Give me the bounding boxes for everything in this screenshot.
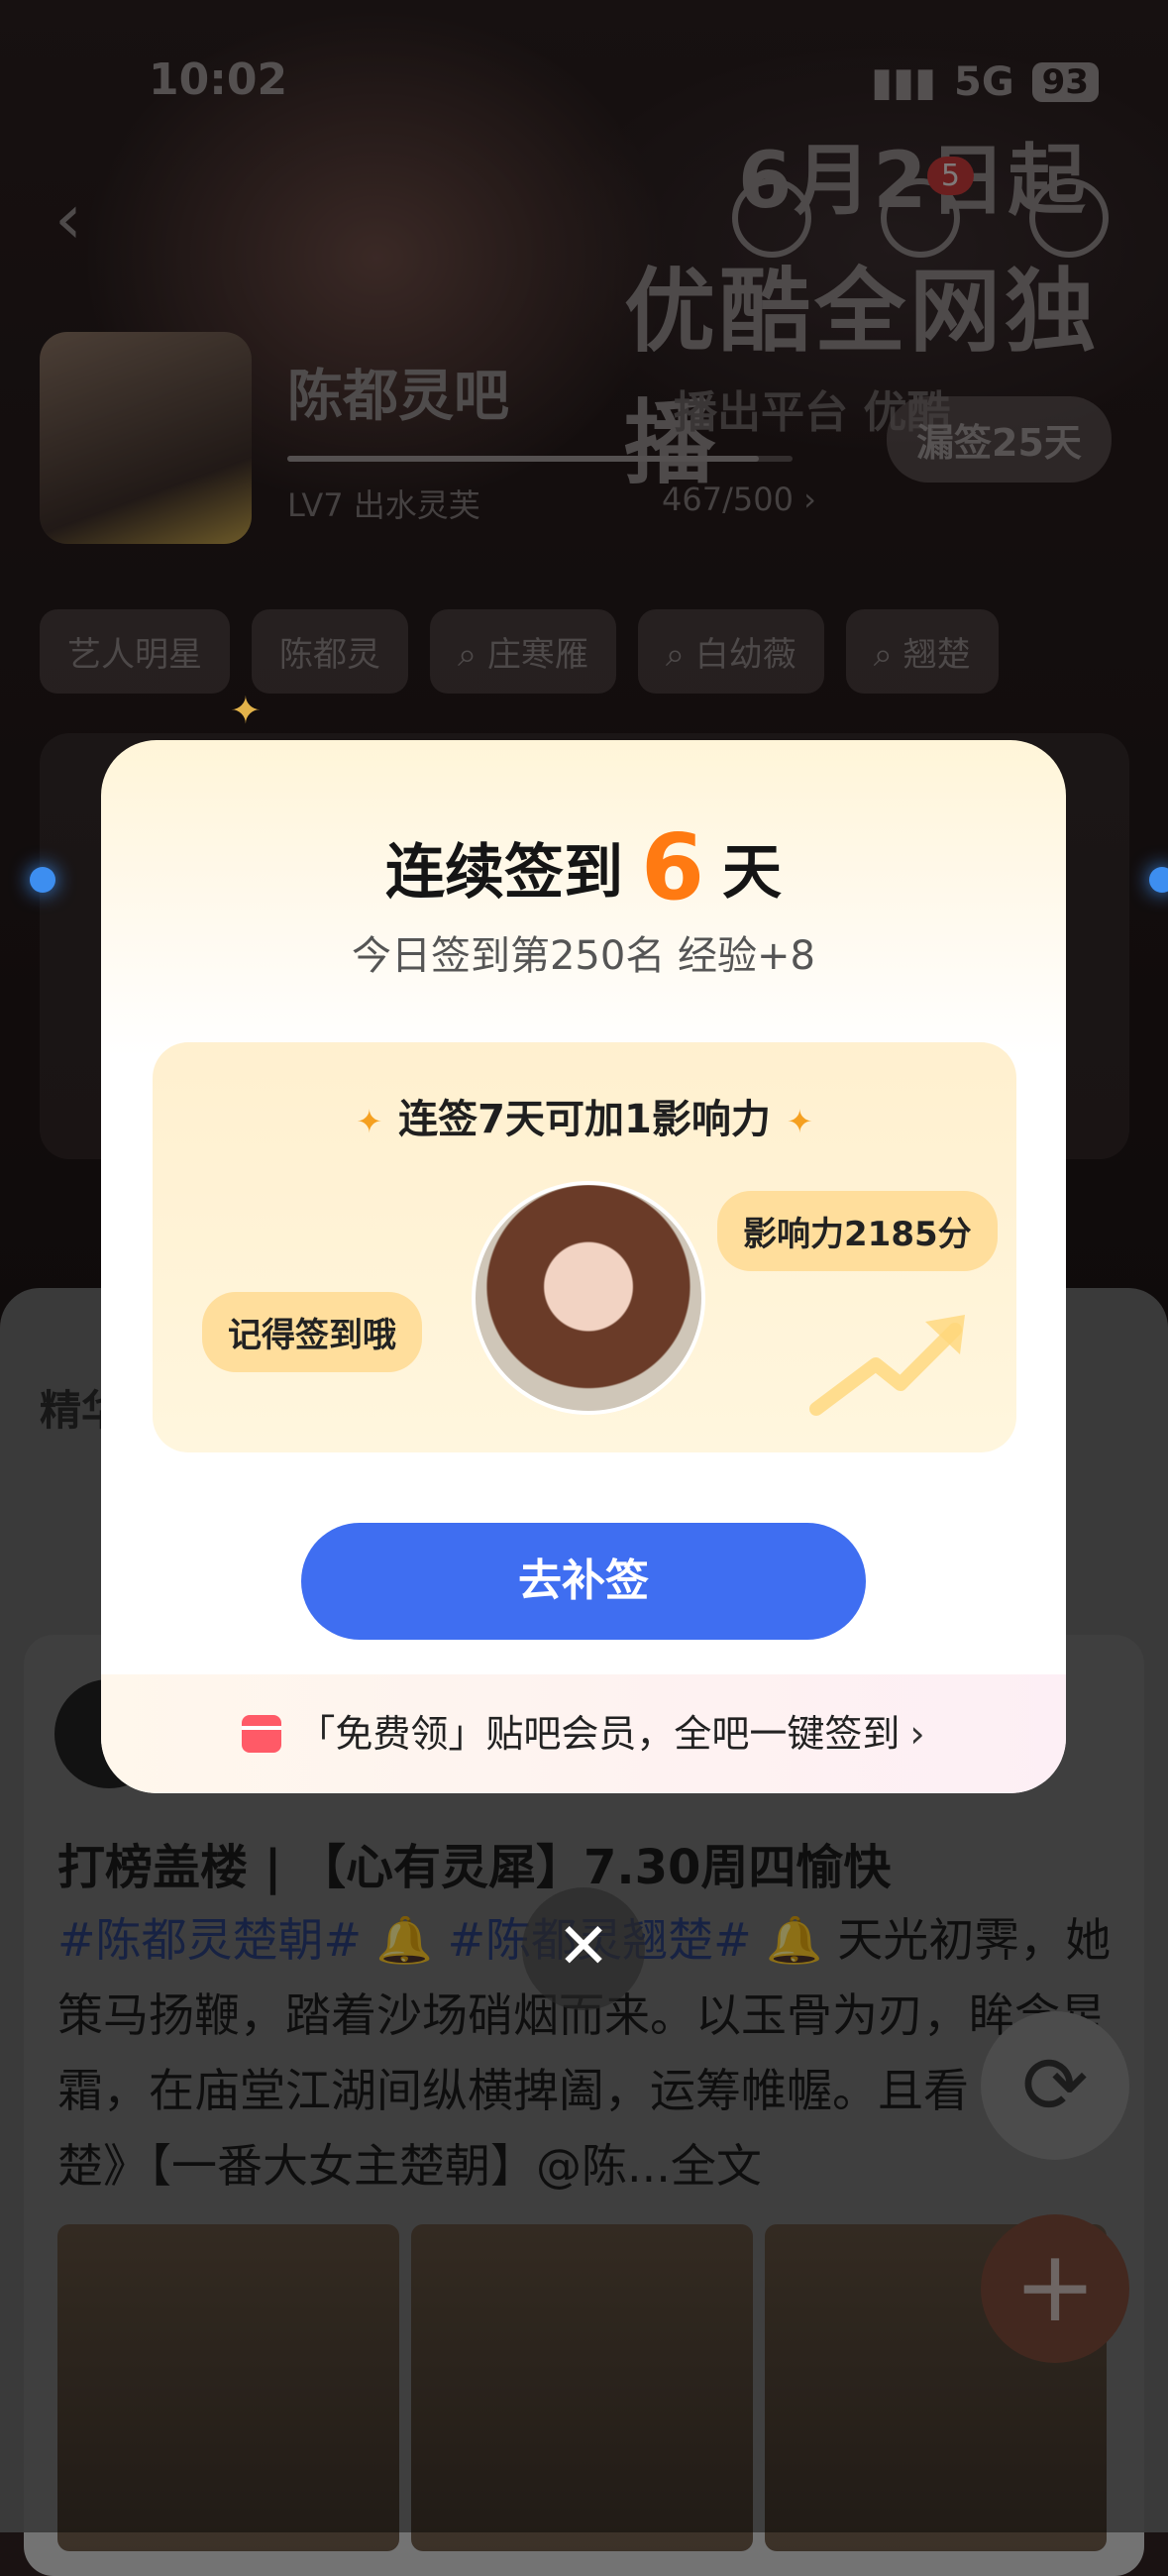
- vip-promo-text: 「免费领」贴吧会员，全吧一键签到: [297, 1712, 901, 1756]
- sparkle-icon: [30, 867, 55, 893]
- reward-headline: ✦ 连签7天可加1影响力 ✦: [356, 1097, 813, 1142]
- sparkle-icon: ✦: [230, 689, 262, 732]
- gift-icon: [242, 1715, 282, 1753]
- title-prefix: 连续签到: [384, 838, 623, 908]
- title-suffix: 天: [722, 838, 782, 908]
- trend-arrow-icon: [809, 1315, 965, 1416]
- close-icon[interactable]: ✕: [522, 1887, 645, 2010]
- reward-box: ✦ 连签7天可加1影响力 ✦ 记得签到哦 影响力2185分: [153, 1042, 1016, 1452]
- reminder-bubble: 记得签到哦: [202, 1292, 422, 1372]
- sparkle-icon: [1149, 867, 1168, 893]
- checkin-title: 连续签到 6 天: [101, 814, 1066, 920]
- celebrity-avatar: [472, 1181, 705, 1415]
- influence-bubble: 影响力2185分: [717, 1191, 998, 1271]
- checkin-subtitle: 今日签到第250名 经验+8: [351, 933, 816, 979]
- sparkle-icon: ✦: [786, 1103, 813, 1140]
- streak-days: 6: [640, 814, 704, 920]
- chevron-right-icon: ›: [909, 1712, 925, 1756]
- sparkle-icon: ✦: [356, 1103, 383, 1140]
- vip-promo-link[interactable]: 「免费领」贴吧会员，全吧一键签到 ›: [101, 1674, 1066, 1793]
- checkin-modal: 连续签到 6 天 今日签到第250名 经验+8 ✦ 连签7天可加1影响力 ✦ 记得签到哦…: [101, 740, 1066, 1793]
- makeup-checkin-button[interactable]: 去补签: [301, 1523, 866, 1640]
